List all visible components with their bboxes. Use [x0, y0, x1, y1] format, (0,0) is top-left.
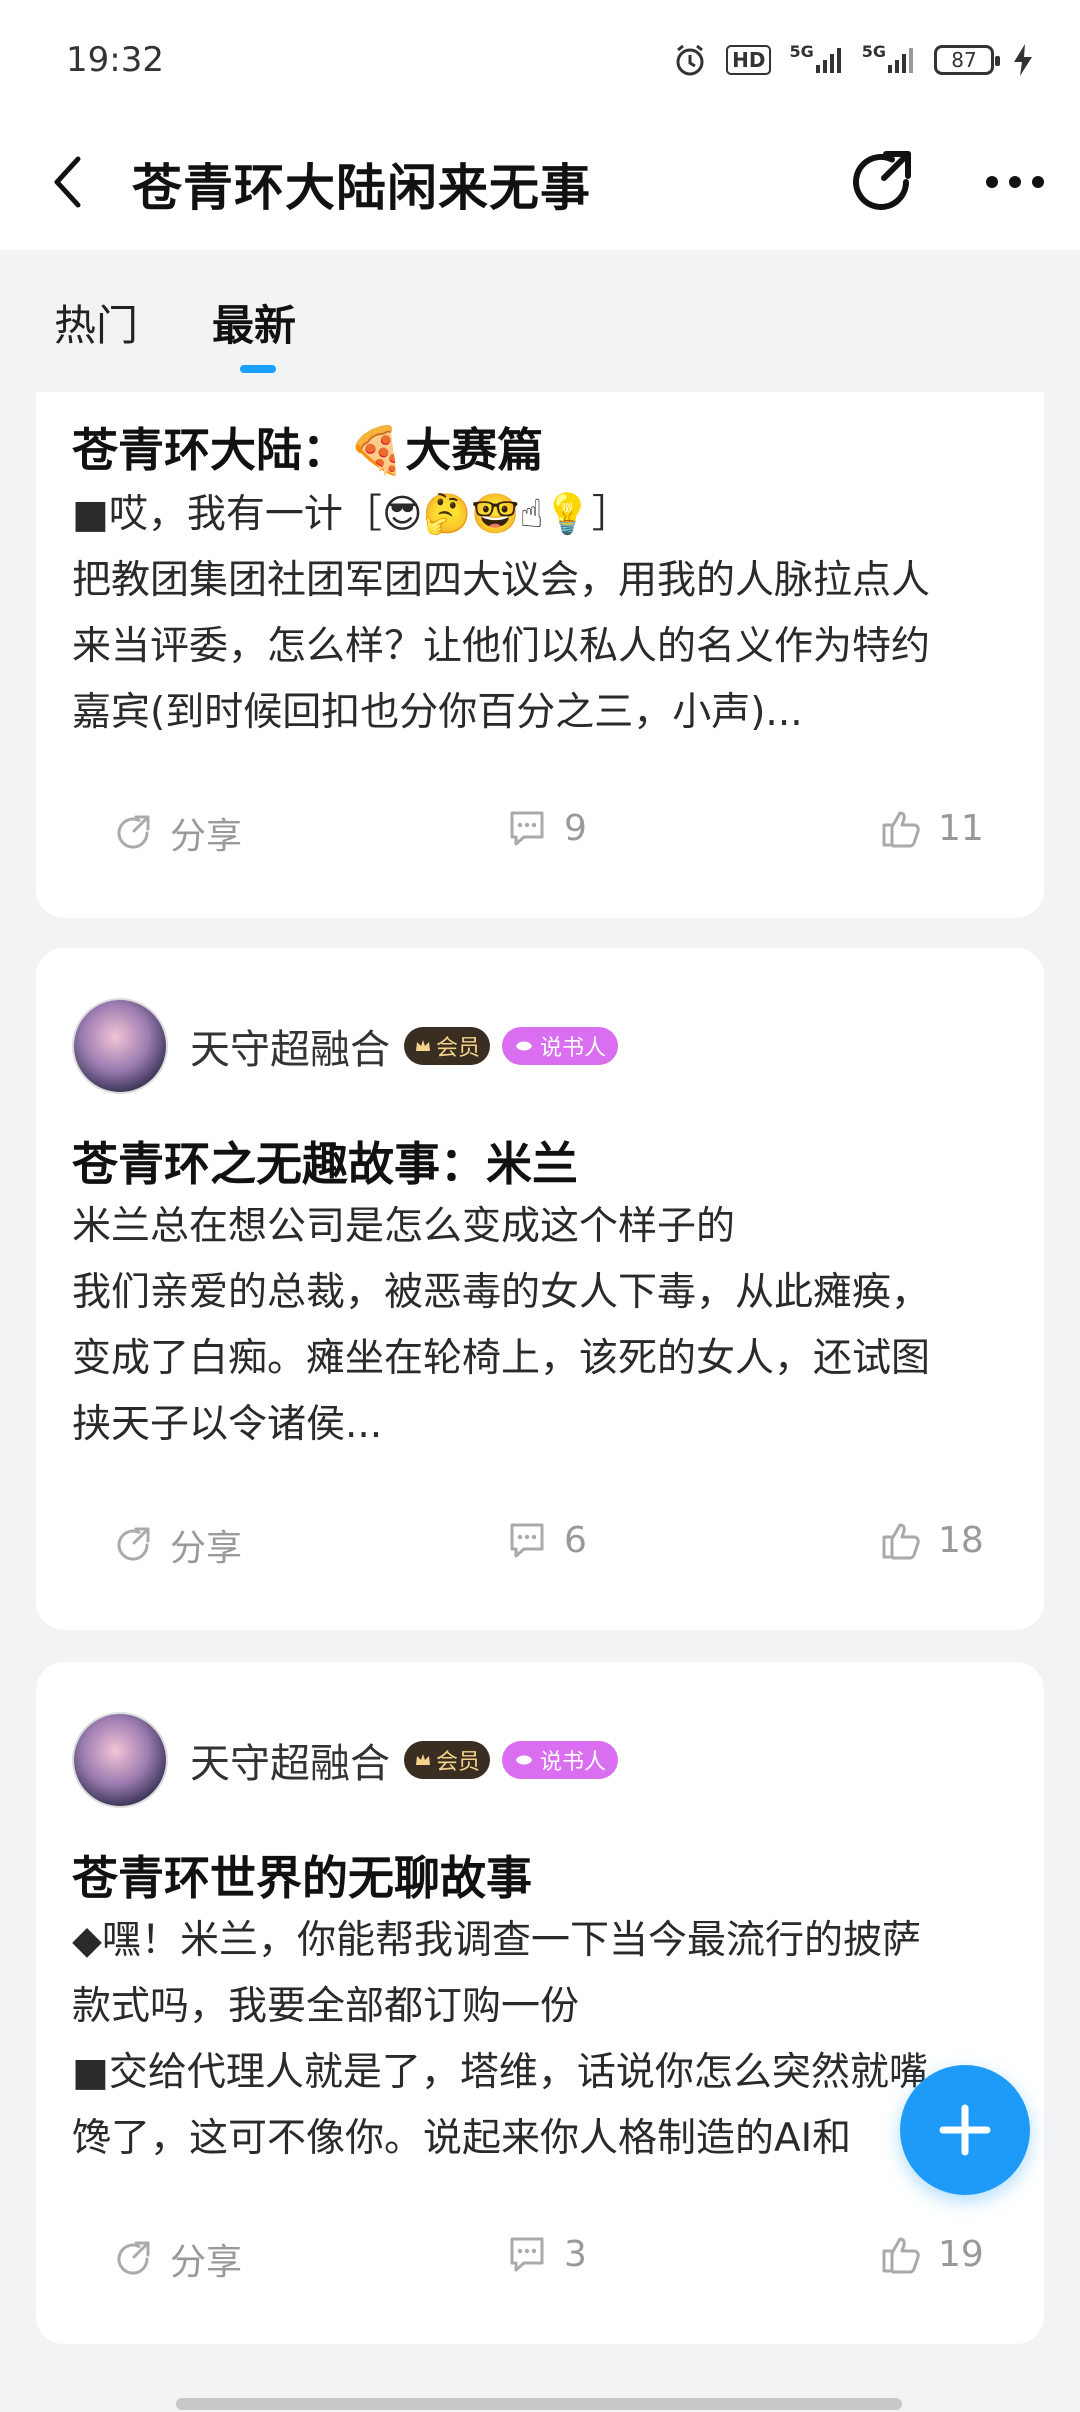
page-title: 苍青环大陆闲来无事: [132, 159, 591, 217]
thumbs-up-icon: [882, 811, 920, 848]
member-badge: 会员: [404, 1741, 491, 1779]
post-title: 苍青环之无趣故事：米兰: [72, 1137, 578, 1191]
share-action[interactable]: 分享: [112, 2233, 242, 2285]
story-icon: [516, 1755, 533, 1765]
charging-icon: [1012, 42, 1034, 78]
comment-action[interactable]: 9: [506, 807, 587, 849]
post-actions: 分享 3 19: [36, 2233, 1044, 2293]
post-excerpt-line: 我们亲爱的总裁，被恶毒的女人下毒，从此瘫痪，: [72, 1270, 931, 1315]
home-indicator[interactable]: [176, 2398, 902, 2410]
more-dots-icon: [986, 176, 1044, 188]
crown-icon: [416, 1040, 430, 1051]
status-icons: HD 5G 5G 87: [672, 40, 1034, 80]
share-action[interactable]: 分享: [112, 1519, 242, 1571]
share-action[interactable]: 分享: [112, 807, 242, 859]
comment-action[interactable]: 3: [506, 2233, 587, 2275]
comment-count: 9: [564, 807, 587, 849]
thumbs-up-icon: [882, 1523, 920, 1560]
like-action[interactable]: 19: [880, 2233, 984, 2275]
post-actions: 分享 9 11: [36, 807, 1044, 867]
storyteller-badge-label: 说书人: [540, 1036, 607, 1061]
post-actions: 分享 6 18: [36, 1519, 1044, 1579]
back-button[interactable]: [38, 152, 98, 212]
post-excerpt-line: 米兰总在想公司是怎么变成这个样子的: [72, 1204, 736, 1249]
like-count: 18: [938, 1519, 984, 1561]
post-excerpt: ■哎，我有一计［😎🤔🤓☝💡］ 把教团集团社团军团四大议会，用我的人脉拉点人 来当…: [72, 482, 1012, 746]
active-tab-indicator: [240, 365, 276, 373]
like-action[interactable]: 11: [880, 807, 984, 849]
post-excerpt-line: 挟天子以令诸侯...: [72, 1402, 383, 1447]
share-label: 分享: [170, 816, 243, 857]
avatar[interactable]: [72, 998, 168, 1094]
share-icon: [117, 2241, 150, 2275]
comment-icon: [510, 2237, 544, 2272]
comment-icon: [510, 811, 544, 846]
hd-icon: HD: [726, 45, 772, 75]
alarm-icon: [672, 42, 708, 78]
post-excerpt-line: 来当评委，怎么样？让他们以私人的名义作为特约: [72, 624, 931, 669]
create-post-button[interactable]: [900, 2065, 1030, 2195]
storyteller-badge: 说书人: [502, 1027, 619, 1065]
post-excerpt-line: ■哎，我有一计［😎🤔🤓☝💡］: [72, 492, 631, 537]
signal-5g-icon-2: 5G: [862, 42, 916, 78]
post-title: 苍青环大陆：🍕大赛篇: [72, 423, 544, 477]
comment-icon: [510, 1523, 544, 1558]
share-icon: [117, 1527, 150, 1561]
member-badge-label: 会员: [436, 1750, 481, 1775]
storyteller-badge: 说书人: [502, 1741, 619, 1779]
share-button[interactable]: [846, 146, 918, 218]
like-count: 19: [938, 2233, 984, 2275]
share-icon: [117, 815, 150, 849]
like-count: 11: [938, 807, 984, 849]
member-badge: 会员: [404, 1027, 491, 1065]
post-excerpt-line: 变成了白痴。瘫坐在轮椅上，该死的女人，还试图: [72, 1336, 931, 1381]
author-name[interactable]: 天守超融合: [190, 1731, 390, 1789]
comment-action[interactable]: 6: [506, 1519, 587, 1561]
signal-5g-label: 5G: [789, 42, 814, 61]
share-icon: [853, 151, 911, 210]
signal-5g-label-2: 5G: [861, 42, 886, 61]
post-card[interactable]: 苍青环大陆：🍕大赛篇 ■哎，我有一计［😎🤔🤓☝💡］ 把教团集团社团军团四大议会，…: [36, 392, 1044, 918]
story-icon: [516, 1041, 533, 1051]
crown-icon: [416, 1754, 430, 1765]
more-button[interactable]: [980, 152, 1050, 212]
title-bar: 苍青环大陆闲来无事: [0, 120, 1080, 250]
signal-5g-icon: 5G: [789, 42, 843, 78]
post-excerpt: 米兰总在想公司是怎么变成这个样子的 我们亲爱的总裁，被恶毒的女人下毒，从此瘫痪，…: [72, 1194, 1012, 1458]
post-card[interactable]: 天守超融合 会员 说书人 苍青环世界的无聊故事 ◆嘿！米兰，你能帮我调查一下当今…: [36, 1662, 1044, 2344]
comment-count: 6: [564, 1519, 587, 1561]
tab-bar: 热门 最新: [0, 250, 1080, 380]
thumbs-up-icon: [882, 2237, 920, 2274]
tab-hot[interactable]: 热门: [54, 292, 138, 353]
post-card[interactable]: 天守超融合 会员 说书人 苍青环之无趣故事：米兰 米兰总在想公司是怎么变成这个样…: [36, 948, 1044, 1630]
post-excerpt-line: ■交给代理人就是了，塔维，话说你怎么突然就嘴: [72, 2050, 928, 2095]
post-excerpt: ◆嘿！米兰，你能帮我调查一下当今最流行的披萨 款式吗，我要全部都订购一份 ■交给…: [72, 1908, 1012, 2172]
post-author[interactable]: 天守超融合 会员 说书人: [72, 998, 619, 1094]
storyteller-badge-label: 说书人: [540, 1750, 607, 1775]
chevron-left-icon: [54, 156, 81, 208]
plus-icon: [939, 2104, 991, 2156]
post-title: 苍青环世界的无聊故事: [72, 1851, 532, 1905]
post-excerpt-line: 馋了，这可不像你。说起来你人格制造的AI和: [72, 2116, 852, 2161]
battery-icon: 87: [934, 45, 1000, 75]
post-excerpt-line: 款式吗，我要全部都订购一份: [72, 1984, 580, 2029]
share-label: 分享: [170, 1528, 243, 1569]
author-name[interactable]: 天守超融合: [190, 1017, 390, 1075]
post-author[interactable]: 天守超融合 会员 说书人: [72, 1712, 619, 1808]
like-action[interactable]: 18: [880, 1519, 984, 1561]
comment-count: 3: [564, 2233, 587, 2275]
tab-latest[interactable]: 最新: [212, 292, 296, 353]
avatar[interactable]: [72, 1712, 168, 1808]
status-bar: 19:32 HD 5G 5G 87: [0, 0, 1080, 120]
share-label: 分享: [170, 2242, 243, 2283]
post-excerpt-line: 把教团集团社团军团四大议会，用我的人脉拉点人: [72, 558, 931, 603]
post-excerpt-line: 嘉宾(到时候回扣也分你百分之三，小声)...: [72, 690, 803, 735]
member-badge-label: 会员: [436, 1036, 481, 1061]
post-excerpt-line: ◆嘿！米兰，你能帮我调查一下当今最流行的披萨: [72, 1918, 921, 1963]
status-time: 19:32: [66, 40, 164, 80]
